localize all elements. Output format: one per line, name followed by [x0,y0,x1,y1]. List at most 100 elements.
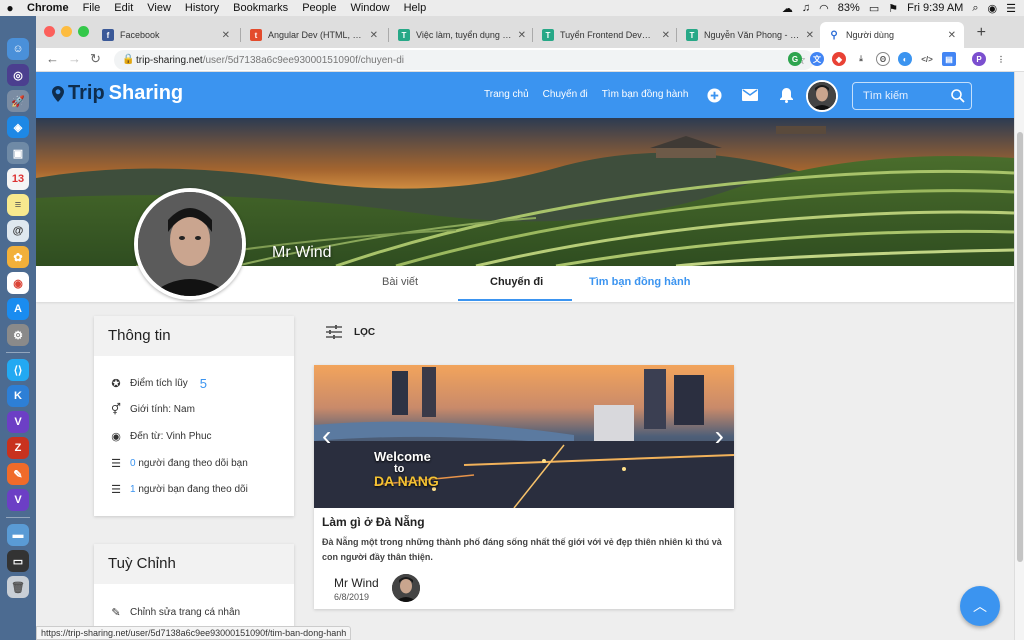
profile-avatar[interactable] [134,188,246,300]
postman-icon[interactable]: ✎ [7,463,29,485]
siri-icon[interactable]: ◎ [7,64,29,86]
tab-close-icon[interactable]: ✕ [662,30,670,41]
post-title[interactable]: Làm gì ở Đà Nẵng [322,515,425,529]
tab-close-icon[interactable]: ✕ [948,30,956,41]
menu-file[interactable]: File [76,2,108,14]
nav-find-companion-link[interactable]: Tìm bạn đồng hành [602,89,689,100]
back-icon[interactable]: ← [46,51,59,66]
scroll-to-top-button[interactable]: ︿ [960,586,1000,626]
carousel-prev-icon[interactable]: ‹ [322,420,331,452]
browser-tab-viec-lam[interactable]: T Việc làm, tuyển dụng Lậ ✕ [390,22,534,48]
finder-icon[interactable]: ☺ [7,38,29,60]
vscode-icon[interactable]: ⟨⟩ [7,359,29,381]
headphones-icon[interactable]: ♫ [802,2,810,14]
filezilla-icon[interactable]: Z [7,437,29,459]
tab-close-icon[interactable]: ✕ [370,30,378,41]
scrollbar-thumb[interactable] [1017,132,1023,562]
trip-post-card[interactable]: Welcome to DA NANG ‹ › Làm gì ở Đà Nẵng … [314,365,734,609]
folder-icon[interactable]: ▬ [7,524,29,546]
zoom-window-icon[interactable] [78,26,89,37]
tab-close-icon[interactable]: ✕ [806,30,814,41]
bell-icon[interactable] [778,87,794,103]
safari-icon[interactable]: ◈ [7,116,29,138]
menu-window[interactable]: Window [343,2,396,14]
photos-icon[interactable]: ✿ [7,246,29,268]
user-icon[interactable]: ◉ [988,2,998,15]
apple-menu-icon[interactable]: ● [0,1,20,15]
forward-icon[interactable]: → [68,51,81,66]
close-window-icon[interactable] [44,26,55,37]
grammarly-icon[interactable]: G [788,52,802,66]
chrome-icon[interactable]: ◉ [7,272,29,294]
browser-tab-facebook[interactable]: f Facebook ✕ [94,22,238,48]
wifi-icon[interactable]: ◠ [819,2,829,15]
flag-icon[interactable]: ⚑ [888,2,898,15]
tab-close-icon[interactable]: ✕ [222,30,230,41]
site-logo[interactable]: Trip Sharing [52,82,183,105]
itviec-icon: T [398,29,410,41]
following-row[interactable]: ☰ 1 người bạn đang theo dõi [110,483,248,496]
visual-studio-2-icon[interactable]: V [7,489,29,511]
menu-bookmarks[interactable]: Bookmarks [226,2,295,14]
notification-center-icon[interactable]: ☰ [1006,2,1016,15]
tab-trips[interactable]: Chuyến đi [490,276,543,288]
new-tab-icon[interactable]: + [977,24,986,42]
browser-tab-nguoi-dung[interactable]: ⚲ Người dùng ✕ [820,22,964,48]
add-circle-icon[interactable] [706,87,722,103]
browser-tab-tuyen-frontend[interactable]: T Tuyển Frontend Develop ✕ [534,22,678,48]
tab-posts[interactable]: Bài viết [382,276,418,288]
clock[interactable]: Fri 9:39 AM [907,2,963,14]
contacts-icon[interactable]: @ [7,220,29,242]
menu-help[interactable]: Help [397,2,434,14]
calendar-icon[interactable]: 13 [7,168,29,190]
screen-recorder-icon[interactable]: ▭ [7,550,29,572]
page-scrollbar[interactable] [1014,72,1024,640]
extension-red-icon[interactable]: ◆ [832,52,846,66]
app-store-icon[interactable]: A [7,298,29,320]
menu-view[interactable]: View [140,2,178,14]
tab-find-companion[interactable]: Tìm bạn đồng hành [589,276,690,288]
reload-icon[interactable]: ↻ [90,51,101,67]
extension-face-icon[interactable]: ʘ [876,52,890,66]
browser-tab-nguyen-van-phong[interactable]: T Nguyễn Văn Phong - lập ✕ [678,22,822,48]
extension-square-icon[interactable]: ▤ [942,52,956,66]
translate-icon[interactable]: 文 [810,52,824,66]
nav-home-link[interactable]: Trang chủ [484,89,529,100]
menu-edit[interactable]: Edit [107,2,140,14]
filter-button[interactable]: LỌC [326,325,375,339]
notes-icon[interactable]: ≡ [7,194,29,216]
visual-studio-icon[interactable]: V [7,411,29,433]
user-avatar[interactable] [806,80,838,112]
tab-close-icon[interactable]: ✕ [518,30,526,41]
battery-icon[interactable]: ▭ [869,2,879,15]
minimize-window-icon[interactable] [61,26,72,37]
devtools-icon[interactable]: </> [920,52,934,66]
menu-app-name[interactable]: Chrome [20,2,76,14]
chrome-menu-icon[interactable]: ⋮ [994,52,1008,66]
profile-avatar-icon[interactable]: P [972,52,986,66]
intellij-icon[interactable]: K [7,385,29,407]
download-icon[interactable]: ⤓ [854,52,868,66]
extension-drop-icon[interactable]: ◐ [898,52,912,66]
spotlight-icon[interactable]: ⌕ [972,2,978,15]
followers-row[interactable]: ☰ 0 người đang theo dõi bạn [110,457,248,470]
nav-trips-link[interactable]: Chuyến đi [543,89,588,100]
edit-profile-link[interactable]: ✎ Chỉnh sửa trang cá nhân [110,606,240,619]
search-icon[interactable] [951,89,965,103]
address-bar[interactable]: 🔒 trip-sharing.net/user/5d7138a6c9ee9300… [114,50,814,70]
carousel-next-icon[interactable]: › [715,420,724,452]
post-image-carousel[interactable]: Welcome to DA NANG ‹ › [314,365,734,508]
mail-icon[interactable] [742,87,758,103]
preview-icon[interactable]: ▣ [7,142,29,164]
browser-tab-angular-dev[interactable]: t Angular Dev (HTML, Java ✕ [242,22,386,48]
post-author[interactable]: Mr Wind [334,576,379,590]
system-preferences-icon[interactable]: ⚙ [7,324,29,346]
menu-history[interactable]: History [178,2,226,14]
search-input[interactable]: Tìm kiếm [852,82,972,110]
creative-cloud-icon[interactable]: ☁ [782,2,793,15]
menu-people[interactable]: People [295,2,343,14]
lock-icon[interactable]: 🔒 [122,54,134,65]
trash-icon[interactable]: 🗑 [7,576,29,598]
launchpad-icon[interactable]: 🚀 [7,90,29,112]
post-author-avatar[interactable] [392,574,420,602]
